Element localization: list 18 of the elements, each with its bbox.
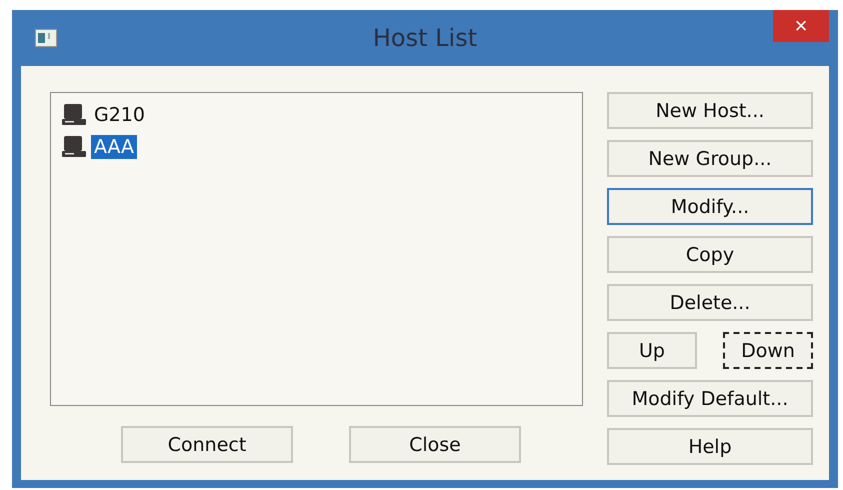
window-title: Host List [372,24,478,52]
dialog-button[interactable]: Connect [121,426,293,463]
dialog-button[interactable]: Close [349,426,521,463]
close-button[interactable]: × [773,10,829,42]
app-icon [35,29,57,47]
dialog-button[interactable]: Delete... [607,284,813,321]
dialog-button[interactable]: Down [723,332,813,369]
dialog-button[interactable]: New Group... [607,140,813,177]
dialog-button[interactable]: Help [607,428,813,465]
dialog-button[interactable]: Up [607,332,697,369]
host-item[interactable]: G210 [91,103,148,127]
computer-icon [61,135,87,159]
host-item[interactable]: AAA [91,135,138,159]
dialog-button[interactable]: Modify Default... [607,380,813,417]
dialog-button[interactable]: Modify... [607,188,813,225]
computer-icon [61,103,87,127]
dialog-button[interactable]: Copy [607,236,813,273]
dialog-button[interactable]: New Host... [607,92,813,129]
